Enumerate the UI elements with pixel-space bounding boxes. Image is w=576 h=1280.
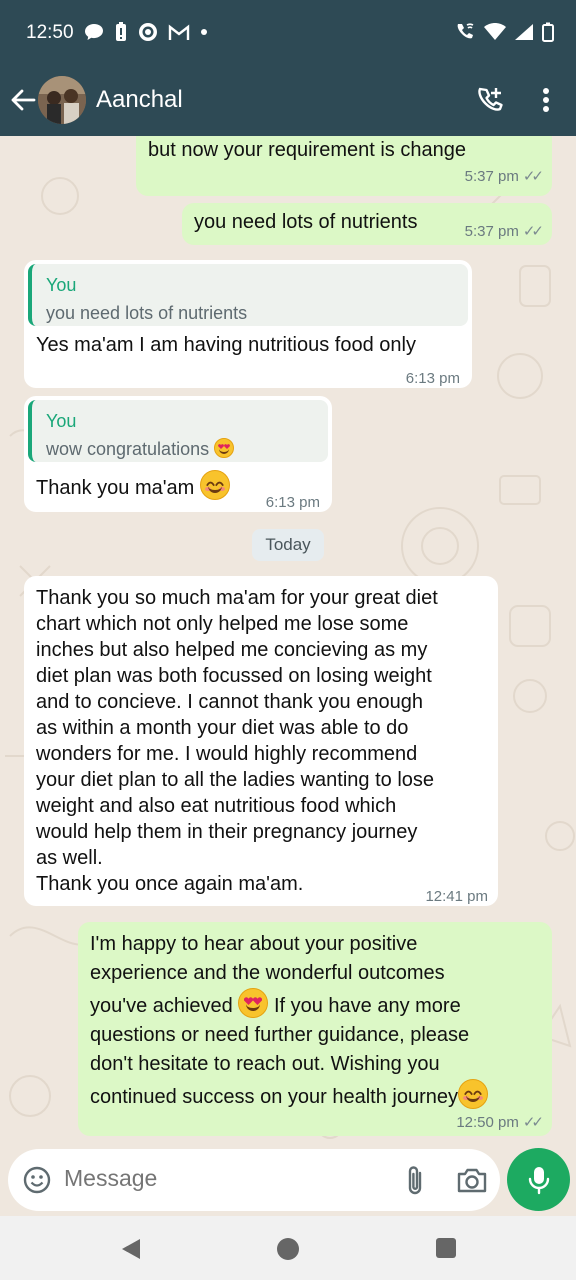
camera-icon (457, 1168, 487, 1193)
more-vert-icon (543, 88, 549, 112)
read-ticks-icon: ✓✓ (522, 223, 544, 240)
status-notification-icons (84, 22, 208, 42)
nav-home-icon[interactable] (277, 1238, 299, 1260)
heart-eyes-emoji-icon (214, 438, 235, 458)
message-line: you've achieved If you have any more (90, 988, 488, 1021)
incoming-message[interactable]: Thank you so much ma'am for your great d… (24, 576, 498, 906)
quote-text: wow congratulations (46, 436, 235, 462)
message-line: I'm happy to hear about your positive (90, 933, 418, 955)
message-text: Thank you so much ma'am for your great d… (36, 585, 438, 897)
status-bar: 12:50 (0, 0, 576, 66)
message-text: Yes ma'am I am having nutritious food on… (36, 334, 416, 356)
quote-text: you need lots of nutrients (46, 303, 248, 323)
message-meta: 12:41 pm (425, 884, 488, 910)
message-time: 12:50 pm (456, 1114, 519, 1131)
incoming-message[interactable]: You wow congratulations Thank you ma'am … (24, 396, 332, 512)
arrow-back-icon (11, 89, 36, 111)
quoted-message[interactable]: You you need lots of nutrients (28, 264, 468, 326)
wifi-call-icon (457, 23, 474, 39)
message-time: 12:41 pm (425, 888, 488, 905)
message-line: your diet plan to all the ladies wanting… (36, 769, 435, 791)
message-line: inches but also helped me concieving as … (36, 639, 428, 661)
status-time: 12:50 (26, 22, 74, 43)
status-system-icons (454, 22, 554, 42)
date-divider: Today (252, 529, 324, 561)
voice-message-button[interactable] (507, 1148, 570, 1211)
contact-name[interactable]: Aanchal (96, 86, 183, 114)
read-ticks-icon: ✓✓ (522, 168, 544, 185)
whatsapp-icon (139, 23, 157, 41)
quoted-message[interactable]: You wow congratulations (28, 400, 328, 462)
message-line: don't hesitate to reach out. Wishing you (90, 1053, 440, 1075)
message-time: 6:13 pm (405, 370, 460, 387)
message-text: Thank you ma'am (36, 470, 230, 501)
camera-button[interactable] (456, 1165, 488, 1195)
wifi-icon (484, 23, 506, 40)
quote-author: You (46, 411, 77, 431)
gmail-icon (168, 24, 190, 40)
message-line: Thank you once again ma'am. (36, 873, 304, 895)
message-line: continued success on your health journey (90, 1079, 489, 1112)
message-line: as within a month your diet was able to … (36, 717, 409, 739)
chat-header: Aanchal (0, 66, 576, 136)
message-meta: 5:37 pm ✓✓ (464, 219, 544, 245)
attach-button[interactable] (400, 1164, 430, 1198)
emoji-icon (23, 1166, 51, 1194)
battery-saver-icon (116, 22, 126, 41)
message-line: diet plan was both focussed on losing we… (36, 665, 432, 687)
message-line: and to concieve. I cannot thank you enou… (36, 691, 423, 713)
message-text-content: Thank you ma'am (36, 477, 195, 499)
outgoing-message[interactable]: but now your requirement is change 5:37 … (136, 136, 552, 196)
message-time: 5:37 pm (464, 168, 519, 185)
more-options-button[interactable] (530, 82, 562, 118)
message-line-part: continued success on your health journey (90, 1086, 459, 1108)
message-line: chart which not only helped me lose some (36, 613, 409, 635)
nav-recents-icon[interactable] (436, 1238, 456, 1258)
dot-icon (201, 29, 207, 35)
battery-icon (542, 22, 554, 42)
outgoing-message[interactable]: you need lots of nutrients 5:37 pm ✓✓ (182, 203, 552, 245)
message-meta: 12:50 pm ✓✓ (456, 1110, 544, 1136)
message-meta: 6:13 pm (266, 490, 320, 516)
smiling-emoji-icon (458, 1079, 489, 1109)
emoji-button[interactable] (22, 1165, 52, 1195)
message-meta: 6:13 pm (406, 366, 460, 392)
message-line: as well. (36, 847, 103, 869)
message-composer (8, 1149, 500, 1211)
back-button[interactable] (6, 83, 40, 117)
message-line: Thank you so much ma'am for your great d… (36, 587, 438, 609)
message-time: 5:37 pm (464, 223, 519, 240)
read-ticks-icon: ✓✓ (522, 1114, 544, 1131)
paperclip-icon (408, 1166, 422, 1195)
chat-bubble-icon (85, 24, 103, 40)
message-line-part: If you have any more (273, 995, 461, 1017)
message-line: questions or need further guidance, plea… (90, 1024, 470, 1046)
smiling-emoji-icon (199, 470, 230, 500)
message-line: would help them in their pregnancy journ… (36, 821, 418, 843)
message-line: weight and also eat nutritious food whic… (36, 795, 397, 817)
quote-author: You (46, 275, 77, 295)
message-text: I'm happy to hear about your positive ex… (90, 930, 489, 1112)
quote-text-content: wow congratulations (46, 439, 210, 459)
mic-icon (528, 1166, 549, 1194)
message-line-part: you've achieved (90, 995, 233, 1017)
contact-photo (38, 76, 86, 124)
message-input[interactable] (64, 1165, 384, 1192)
message-time: 6:13 pm (265, 494, 320, 511)
message-line: wonders for me. I would highly recommend (36, 743, 418, 765)
avatar[interactable] (38, 76, 86, 124)
heart-eyes-emoji-icon (238, 988, 269, 1018)
signal-icon (515, 24, 533, 40)
add-call-button[interactable] (472, 82, 508, 118)
message-text: but now your requirement is change (148, 139, 466, 161)
message-meta: 5:37 pm ✓✓ (464, 164, 544, 190)
add-call-icon (478, 87, 503, 111)
message-list[interactable]: but now your requirement is change 5:37 … (0, 136, 576, 1146)
incoming-message[interactable]: You you need lots of nutrients Yes ma'am… (24, 260, 472, 388)
message-line: experience and the wonderful outcomes (90, 962, 445, 984)
system-navigation-bar (0, 1216, 576, 1280)
nav-back-icon[interactable] (120, 1238, 142, 1260)
outgoing-message[interactable]: I'm happy to hear about your positive ex… (78, 922, 552, 1136)
message-text: you need lots of nutrients (194, 211, 418, 233)
